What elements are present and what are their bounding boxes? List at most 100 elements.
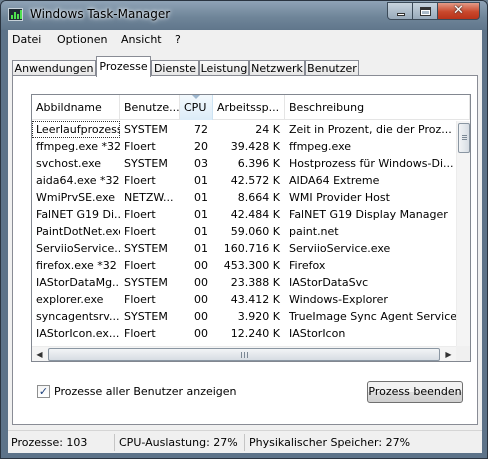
cell-memory: 42.484 K <box>230 208 280 221</box>
table-row[interactable]: syncagentsrv.... SYSTEM 00 3.920 K TrueI… <box>32 308 458 325</box>
minimize-button[interactable] <box>387 2 413 20</box>
column-header-abbildname[interactable]: Abbildname <box>32 95 120 120</box>
column-header-beschreibung[interactable]: Beschreibung <box>285 95 470 120</box>
cell-image-name: Leerlaufprozess <box>32 121 120 138</box>
table-row[interactable]: IAStorDataMg... SYSTEM 00 23.388 K IASto… <box>32 274 458 291</box>
cell-cpu: 03 <box>194 157 208 170</box>
table-row[interactable]: IAStorIcon.ex... Floert 00 12.240 K IASt… <box>32 325 458 342</box>
table-row[interactable]: svchost.exe SYSTEM 03 6.396 K Hostprozes… <box>32 155 458 172</box>
end-process-button[interactable]: Prozess beenden <box>367 381 463 403</box>
column-header-cpu[interactable]: CPU <box>180 95 213 120</box>
sort-descending-icon <box>192 95 200 99</box>
cell-image-name: IAStorIcon.ex... <box>36 327 120 340</box>
maximize-icon <box>420 7 431 16</box>
cell-memory: 39.428 K <box>230 140 280 153</box>
status-cpu-usage: CPU-Auslastung: 27% <box>119 434 245 451</box>
cell-cpu: 01 <box>194 208 208 221</box>
menu-ansicht[interactable]: Ansicht <box>121 33 162 46</box>
table-row[interactable]: Leerlaufprozess SYSTEM 72 24 K Zeit in P… <box>32 121 458 138</box>
list-header: Abbildname Benutze... CPU Arbeitssp... B… <box>32 95 470 120</box>
processes-panel: Abbildname Benutze... CPU Arbeitssp... B… <box>12 75 478 425</box>
cell-image-name: svchost.exe <box>36 157 102 170</box>
table-row[interactable]: aida64.exe *32 Floert 01 42.572 K AIDA64… <box>32 172 458 189</box>
process-rows: Leerlaufprozess SYSTEM 72 24 K Zeit in P… <box>32 121 458 359</box>
cell-user: SYSTEM <box>124 242 168 255</box>
process-list[interactable]: Abbildname Benutze... CPU Arbeitssp... B… <box>31 94 471 362</box>
cell-user: NETZW... <box>124 191 174 204</box>
table-row[interactable]: FalNET G19 Di... Floert 01 42.484 K FalN… <box>32 206 458 223</box>
cell-description: Hostprozess für Windows-Di... <box>289 157 454 170</box>
menu-datei[interactable]: Datei <box>12 33 41 46</box>
column-header-benutzer[interactable]: Benutze... <box>120 95 180 120</box>
show-all-users-label[interactable]: Prozesse aller Benutzer anzeigen <box>54 385 237 398</box>
table-row[interactable]: ServiioService... SYSTEM 01 160.716 K Se… <box>32 240 458 257</box>
close-button[interactable]: ✕ <box>437 2 480 20</box>
cell-image-name: IAStorDataMg... <box>36 276 120 289</box>
cell-image-name: FalNET G19 Di... <box>36 208 120 221</box>
scrollbar-corner <box>456 346 470 361</box>
table-row[interactable]: WmiPrvSE.exe NETZW... 01 8.664 K WMI Pro… <box>32 189 458 206</box>
client-area: Datei Optionen Ansicht ? Anwendungen Pro… <box>8 30 482 453</box>
cell-description: Firefox <box>289 259 326 272</box>
cell-user: SYSTEM <box>124 157 168 170</box>
task-manager-icon <box>8 8 23 21</box>
vertical-scroll-thumb[interactable] <box>458 123 470 153</box>
cell-description: ServiioService.exe <box>289 242 391 255</box>
table-row[interactable]: ffmpeg.exe *32 Floert 20 39.428 K ffmpeg… <box>32 138 458 155</box>
cell-memory: 43.412 K <box>230 293 280 306</box>
menu-bar: Datei Optionen Ansicht ? <box>8 30 482 49</box>
horizontal-scrollbar[interactable]: ◀ ▶ <box>32 346 456 361</box>
cell-image-name: WmiPrvSE.exe <box>36 191 116 204</box>
cell-memory: 453.300 K <box>223 259 280 272</box>
cell-memory: 42.572 K <box>230 174 280 187</box>
close-icon: ✕ <box>453 3 464 18</box>
cell-image-name: aida64.exe *32 <box>36 174 120 187</box>
cell-description: paint.net <box>289 225 339 238</box>
cell-description: Zeit in Prozent, die der Proz... <box>289 123 452 136</box>
menu-optionen[interactable]: Optionen <box>57 33 107 46</box>
cell-description: IAStorDataSvc <box>289 276 369 289</box>
cell-user: Floert <box>124 140 156 153</box>
status-bar: Prozesse: 103 CPU-Auslastung: 27% Physik… <box>8 430 482 453</box>
cell-user: SYSTEM <box>124 276 168 289</box>
cell-user: Floert <box>124 259 156 272</box>
horizontal-scroll-thumb[interactable] <box>48 348 440 361</box>
cell-user: Floert <box>124 208 156 221</box>
cell-cpu: 00 <box>194 259 208 272</box>
cell-user: Floert <box>124 225 156 238</box>
cell-cpu: 01 <box>194 191 208 204</box>
column-header-cpu-label: CPU <box>184 101 207 114</box>
cell-memory: 6.396 K <box>237 157 280 170</box>
minimize-icon <box>397 13 405 16</box>
table-row[interactable]: PaintDotNet.exe Floert 01 59.060 K paint… <box>32 223 458 240</box>
cell-cpu: 01 <box>194 225 208 238</box>
scroll-left-icon[interactable]: ◀ <box>32 348 47 361</box>
task-manager-window: Windows Task-Manager ✕ Datei Optionen An… <box>0 0 488 459</box>
table-row[interactable]: firefox.exe *32 Floert 00 453.300 K Fire… <box>32 257 458 274</box>
menu-help[interactable]: ? <box>175 33 181 46</box>
cell-image-name: explorer.exe <box>36 293 104 306</box>
cell-memory: 3.920 K <box>237 310 280 323</box>
column-header-arbeitsspeicher[interactable]: Arbeitssp... <box>213 95 285 120</box>
cell-description: Windows-Explorer <box>289 293 388 306</box>
cell-image-name: firefox.exe *32 <box>36 259 117 272</box>
cell-memory: 8.664 K <box>237 191 280 204</box>
cell-description: AIDA64 Extreme <box>289 174 380 187</box>
cell-description: IAStorIcon <box>289 327 346 340</box>
cell-description: ffmpeg.exe <box>289 140 352 153</box>
cell-cpu: 00 <box>194 310 208 323</box>
maximize-button[interactable] <box>412 2 438 20</box>
cell-memory: 160.716 K <box>223 242 280 255</box>
table-row[interactable]: explorer.exe Floert 00 43.412 K Windows-… <box>32 291 458 308</box>
cell-image-name: ServiioService... <box>36 242 120 255</box>
cell-description: FalNET G19 Display Manager <box>289 208 448 221</box>
cell-user: Floert <box>124 293 156 306</box>
scroll-right-icon[interactable]: ▶ <box>441 348 456 361</box>
cell-cpu: 72 <box>194 123 208 136</box>
cell-memory: 12.240 K <box>230 327 280 340</box>
vertical-scrollbar[interactable] <box>456 121 470 347</box>
tab-prozesse[interactable]: Prozesse <box>96 56 151 77</box>
title-bar[interactable]: Windows Task-Manager ✕ <box>1 1 487 30</box>
tab-strip: Anwendungen Prozesse Dienste Leistung Ne… <box>8 54 482 77</box>
checkbox-checked-icon[interactable]: ✓ <box>37 385 50 398</box>
